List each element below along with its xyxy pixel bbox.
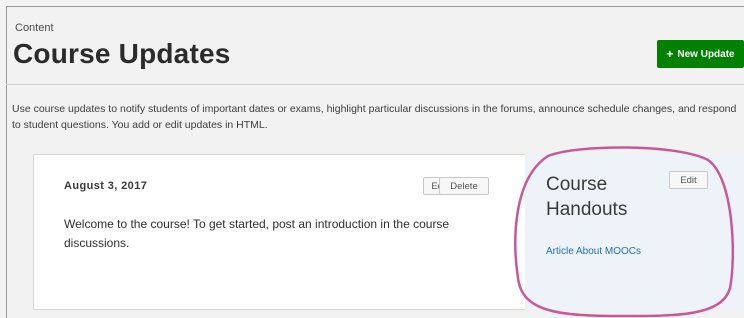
header-divider: [6, 84, 744, 85]
delete-update-button[interactable]: Delete: [439, 177, 489, 195]
new-update-button[interactable]: + New Update: [657, 40, 744, 68]
page-title: Course Updates: [13, 38, 231, 69]
update-body: Welcome to the course! To get started, p…: [64, 217, 450, 250]
update-date: August 3, 2017: [64, 180, 148, 192]
handout-link[interactable]: Article About MOOCs: [546, 246, 641, 257]
handouts-title: Course Handouts: [546, 174, 628, 220]
new-update-label: New Update: [677, 48, 735, 60]
edit-handouts-button[interactable]: Edit: [669, 171, 708, 189]
plus-icon: +: [666, 47, 674, 61]
intro-text: Use course updates to notify students of…: [12, 103, 737, 131]
section-eyebrow: Content: [15, 22, 54, 34]
